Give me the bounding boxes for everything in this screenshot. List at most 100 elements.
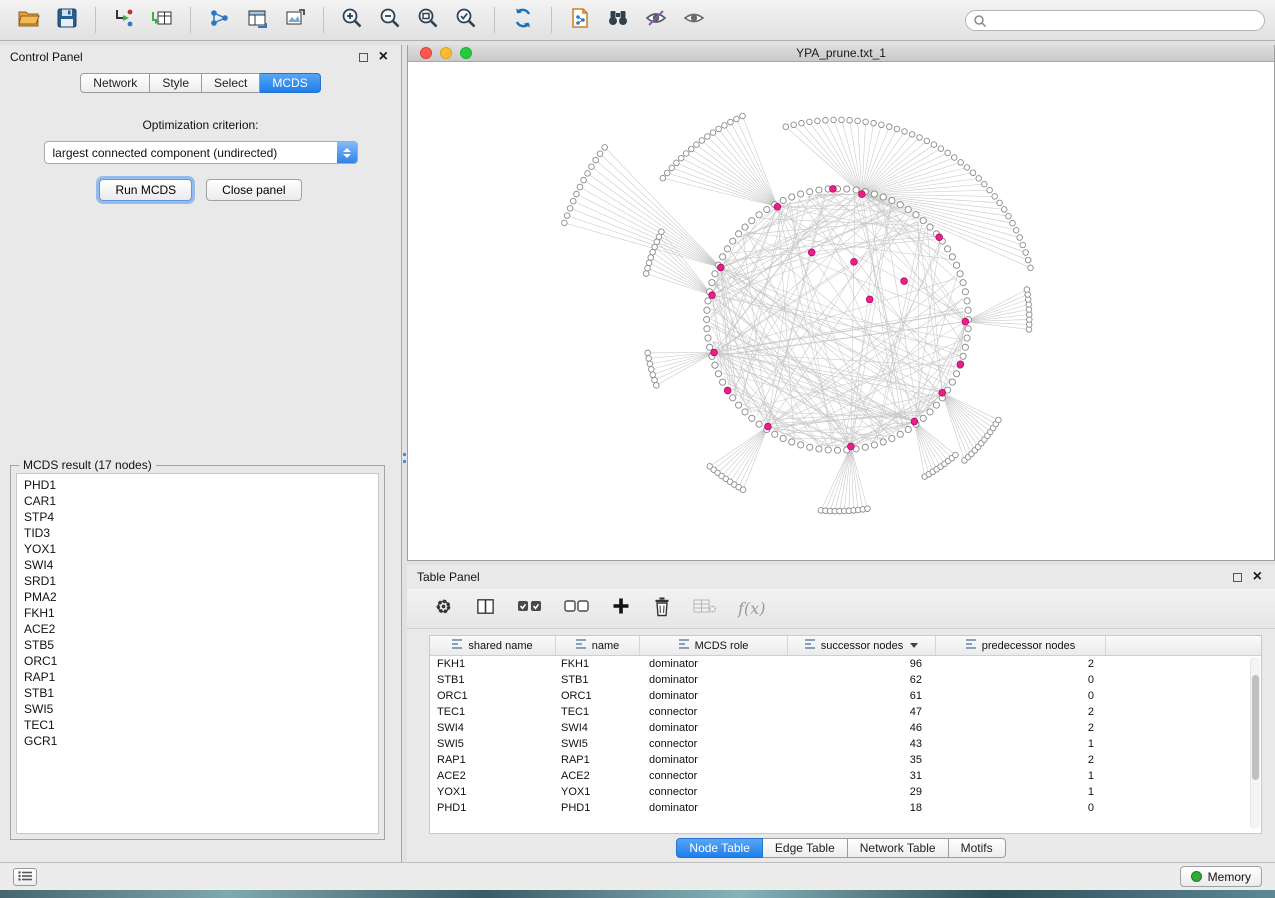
refresh-layout-button[interactable] (504, 4, 542, 36)
run-mcds-button[interactable]: Run MCDS (99, 179, 192, 201)
table-cell: PHD1 (430, 802, 556, 814)
memory-status-icon (1191, 871, 1202, 882)
tab-mcds[interactable]: MCDS (260, 73, 320, 93)
import-table-button[interactable] (143, 4, 181, 36)
float-panel-icon[interactable] (1233, 573, 1242, 582)
clear-table-button[interactable] (693, 597, 717, 620)
table-row[interactable]: PHD1PHD1dominator180 (430, 800, 1261, 816)
mcds-result-item[interactable]: PMA2 (17, 589, 378, 605)
export-table-button[interactable] (238, 4, 276, 36)
column-header-successor-nodes[interactable]: successor nodes (788, 636, 936, 655)
desktop-background-strip (0, 890, 1275, 898)
mcds-result-item[interactable]: ORC1 (17, 653, 378, 669)
tab-select[interactable]: Select (202, 73, 260, 93)
close-panel-icon[interactable]: × (1253, 569, 1262, 585)
scrollbar-thumb[interactable] (1252, 675, 1259, 780)
export-network-button[interactable] (200, 4, 238, 36)
show-details-button[interactable] (675, 4, 713, 36)
zoom-in-button[interactable] (333, 4, 371, 36)
network-window-titlebar[interactable]: YPA_prune.txt_1 (408, 45, 1274, 62)
save-session-button[interactable] (48, 4, 86, 36)
window-close-icon[interactable] (420, 47, 432, 59)
mcds-result-item[interactable]: GCR1 (17, 733, 378, 749)
share-document-button[interactable] (561, 4, 599, 36)
table-row[interactable]: FKH1FKH1dominator962 (430, 656, 1261, 672)
network-view-canvas[interactable] (408, 62, 1274, 560)
delete-column-button[interactable] (652, 596, 672, 622)
find-button[interactable] (599, 4, 637, 36)
table-cell: 62 (788, 674, 936, 686)
add-column-button[interactable] (611, 596, 631, 621)
zoom-selected-button[interactable] (447, 4, 485, 36)
import-network-icon (113, 7, 135, 34)
float-panel-icon[interactable] (359, 53, 368, 62)
window-minimize-icon[interactable] (440, 47, 452, 59)
memory-button[interactable]: Memory (1180, 866, 1262, 887)
tab-edge-table[interactable]: Edge Table (763, 838, 848, 858)
mcds-result-item[interactable]: SWI5 (17, 701, 378, 717)
node-table-body: FKH1FKH1dominator962STB1STB1dominator620… (430, 656, 1261, 816)
tab-motifs[interactable]: Motifs (949, 838, 1006, 858)
checked-boxes-icon (517, 596, 543, 621)
table-cell: dominator (640, 690, 788, 702)
select-all-button[interactable] (517, 596, 543, 621)
select-stepper-icon[interactable] (337, 142, 357, 163)
mcds-result-item[interactable]: SWI4 (17, 557, 378, 573)
table-cell: STB1 (556, 674, 640, 686)
table-cell: connector (640, 786, 788, 798)
splitter-grip[interactable] (403, 453, 406, 463)
table-row[interactable]: SWI4SWI4dominator462 (430, 720, 1261, 736)
mcds-result-item[interactable]: CAR1 (17, 493, 378, 509)
function-builder-button[interactable]: f(x) (738, 599, 765, 618)
hide-details-button[interactable] (637, 4, 675, 36)
criterion-select[interactable]: largest connected component (undirected) (44, 141, 358, 164)
import-network-button[interactable] (105, 4, 143, 36)
table-cell: 18 (788, 802, 936, 814)
column-header-shared-name[interactable]: shared name (430, 636, 556, 655)
column-header-predecessor-nodes[interactable]: predecessor nodes (936, 636, 1106, 655)
status-menu-button[interactable] (13, 868, 37, 886)
close-panel-icon[interactable]: × (379, 49, 388, 65)
close-panel-button[interactable]: Close panel (206, 179, 301, 201)
open-file-button[interactable] (10, 4, 48, 36)
table-scrollbar[interactable] (1250, 657, 1260, 829)
table-settings-button[interactable] (433, 596, 454, 622)
table-row[interactable]: TEC1TEC1connector472 (430, 704, 1261, 720)
mcds-result-item[interactable]: FKH1 (17, 605, 378, 621)
eye-slash-icon (644, 6, 668, 35)
table-row[interactable]: STB1STB1dominator620 (430, 672, 1261, 688)
tab-network[interactable]: Network (80, 73, 150, 93)
mcds-result-item[interactable]: ACE2 (17, 621, 378, 637)
mcds-result-item[interactable]: TID3 (17, 525, 378, 541)
tab-network-table[interactable]: Network Table (848, 838, 949, 858)
table-row[interactable]: YOX1YOX1connector291 (430, 784, 1261, 800)
table-row[interactable]: RAP1RAP1dominator352 (430, 752, 1261, 768)
deselect-all-button[interactable] (564, 596, 590, 621)
tab-style[interactable]: Style (150, 73, 202, 93)
table-row[interactable]: SWI5SWI5connector431 (430, 736, 1261, 752)
mcds-result-item[interactable]: RAP1 (17, 669, 378, 685)
column-header-mcds-role[interactable]: MCDS role (640, 636, 788, 655)
table-cell: dominator (640, 722, 788, 734)
zoom-out-button[interactable] (371, 4, 409, 36)
mcds-result-item[interactable]: YOX1 (17, 541, 378, 557)
table-row[interactable]: ACE2ACE2connector311 (430, 768, 1261, 784)
window-maximize-icon[interactable] (460, 47, 472, 59)
table-panel-header: Table Panel × (407, 565, 1275, 589)
column-header-name[interactable]: name (556, 636, 640, 655)
tab-node-table[interactable]: Node Table (676, 838, 763, 858)
show-column-button[interactable] (475, 596, 496, 622)
mcds-result-item[interactable]: SRD1 (17, 573, 378, 589)
mcds-result-item[interactable]: STP4 (17, 509, 378, 525)
zoom-fit-button[interactable] (409, 4, 447, 36)
export-image-button[interactable] (276, 4, 314, 36)
mcds-result-item[interactable]: PHD1 (17, 477, 378, 493)
table-cell: 2 (936, 658, 1106, 670)
mcds-result-item[interactable]: TEC1 (17, 717, 378, 733)
table-row[interactable]: ORC1ORC1dominator610 (430, 688, 1261, 704)
mcds-result-list[interactable]: PHD1CAR1STP4TID3YOX1SWI4SRD1PMA2FKH1ACE2… (16, 473, 379, 834)
search-input[interactable] (965, 10, 1265, 31)
mcds-result-item[interactable]: STB5 (17, 637, 378, 653)
mcds-result-item[interactable]: STB1 (17, 685, 378, 701)
table-cell: 1 (936, 738, 1106, 750)
